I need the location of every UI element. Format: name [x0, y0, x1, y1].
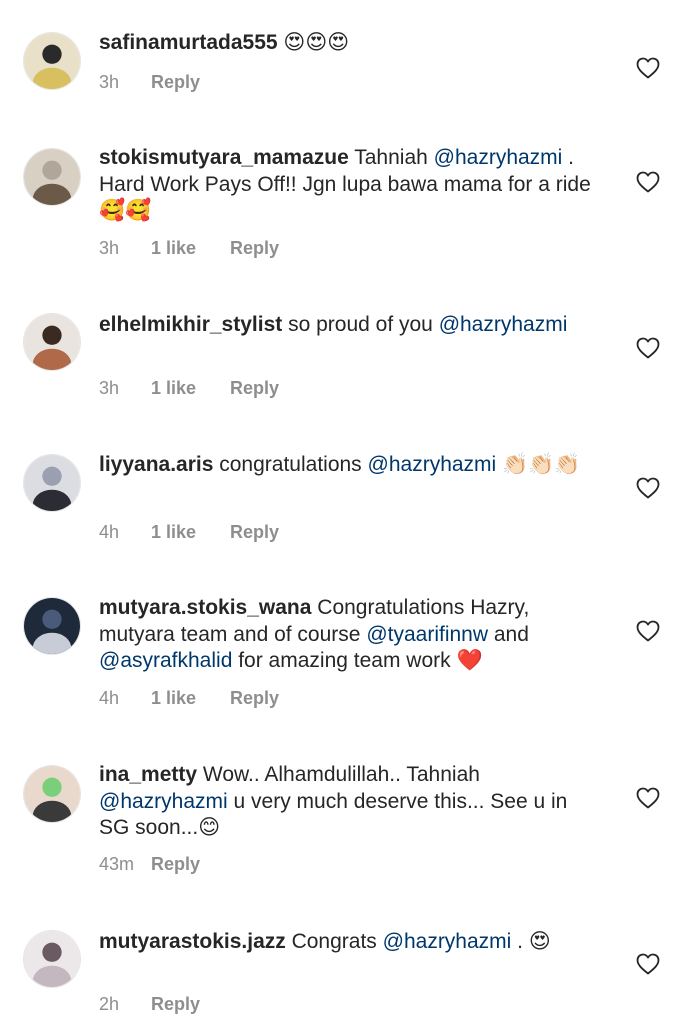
comment-text: mutyarastokis.jazz Congrats @hazryhazmi …	[99, 929, 599, 956]
comment-text: elhelmikhir_stylist so proud of you @haz…	[99, 312, 599, 339]
comment-timestamp: 2h	[99, 994, 120, 1014]
reply-button[interactable]: Reply	[151, 854, 200, 875]
mention-link[interactable]: @hazryhazmi	[368, 453, 497, 476]
like-count[interactable]: 1 like	[151, 688, 230, 709]
avatar[interactable]	[23, 597, 81, 655]
mention-link[interactable]: @hazryhazmi	[99, 790, 228, 813]
comment-timestamp: 4h	[99, 688, 120, 708]
like-count[interactable]: 1 like	[151, 522, 230, 543]
comment-body-text: for amazing team work ❤️	[232, 649, 483, 672]
reply-button[interactable]: Reply	[151, 72, 200, 93]
comment-body-text: Congrats	[285, 930, 383, 953]
heart-outline-icon[interactable]	[636, 953, 660, 975]
mention-link[interactable]: @hazryhazmi	[434, 146, 563, 169]
avatar[interactable]	[23, 930, 81, 988]
reply-button[interactable]: Reply	[230, 522, 279, 543]
comment-body-text: Tahniah	[348, 146, 434, 169]
comment-username[interactable]: mutyara.stokis_wana	[99, 596, 311, 619]
mention-link[interactable]: @tyaarifinnw	[366, 623, 488, 646]
comment-body-text: and	[488, 622, 529, 646]
comment-meta: 3h 1 like Reply	[99, 378, 279, 399]
heart-outline-icon[interactable]	[636, 171, 660, 193]
comment-username[interactable]: mutyarastokis.jazz	[99, 930, 286, 953]
avatar[interactable]	[23, 148, 81, 206]
comment-username[interactable]: safinamurtada555	[99, 31, 278, 54]
comment-body-text: . 😍	[511, 930, 551, 953]
heart-outline-icon[interactable]	[636, 620, 660, 642]
comment-meta: 4h 1 like Reply	[99, 688, 279, 709]
mention-link[interactable]: @hazryhazmi	[383, 930, 512, 953]
reply-button[interactable]: Reply	[230, 378, 279, 399]
heart-outline-icon[interactable]	[636, 477, 660, 499]
comment-text: liyyana.aris congratulations @hazryhazmi…	[99, 452, 599, 479]
comment-username[interactable]: liyyana.aris	[99, 453, 213, 476]
comment-body-text: 👏🏻👏🏻👏🏻	[496, 453, 581, 476]
comment-timestamp: 3h	[99, 238, 120, 258]
comment-timestamp: 3h	[99, 378, 120, 398]
avatar[interactable]	[23, 454, 81, 512]
heart-outline-icon[interactable]	[636, 787, 660, 809]
heart-outline-icon[interactable]	[636, 57, 660, 79]
avatar[interactable]	[23, 32, 81, 90]
reply-button[interactable]: Reply	[230, 688, 279, 709]
mention-link[interactable]: @hazryhazmi	[439, 313, 568, 336]
comment-username[interactable]: ina_metty	[99, 763, 197, 786]
reply-button[interactable]: Reply	[151, 994, 200, 1015]
comment-timestamp: 4h	[99, 522, 120, 542]
comment-text: ina_metty Wow.. Alhamdulillah.. Tahniah …	[99, 762, 599, 842]
comment-body-text: Wow.. Alhamdulillah.. Tahniah	[197, 763, 480, 786]
avatar[interactable]	[23, 313, 81, 371]
mention-link[interactable]: @asyrafkhalid	[99, 649, 232, 672]
comment-text: safinamurtada555 😍😍😍	[99, 30, 599, 57]
comment-body-text: so proud of you	[282, 313, 439, 336]
heart-outline-icon[interactable]	[636, 337, 660, 359]
like-count[interactable]: 1 like	[151, 238, 230, 259]
comment-body-text: congratulations	[213, 453, 368, 476]
comment-meta: 43m Reply	[99, 854, 200, 875]
avatar[interactable]	[23, 765, 81, 823]
comment-meta: 3h Reply	[99, 72, 200, 93]
comment-username[interactable]: elhelmikhir_stylist	[99, 313, 282, 336]
like-count[interactable]: 1 like	[151, 378, 230, 399]
comment-meta: 2h Reply	[99, 994, 200, 1015]
comment-timestamp: 43m	[99, 854, 135, 874]
comment-meta: 3h 1 like Reply	[99, 238, 279, 259]
reply-button[interactable]: Reply	[230, 238, 279, 259]
comment-username[interactable]: stokismutyara_mamazue	[99, 146, 349, 169]
comment-meta: 4h 1 like Reply	[99, 522, 279, 543]
comment-body-text: 😍😍😍	[277, 31, 350, 54]
comment-text: stokismutyara_mamazue Tahniah @hazryhazm…	[99, 145, 599, 225]
comment-timestamp: 3h	[99, 72, 120, 92]
comment-text: mutyara.stokis_wana Congratulations Hazr…	[99, 595, 599, 675]
